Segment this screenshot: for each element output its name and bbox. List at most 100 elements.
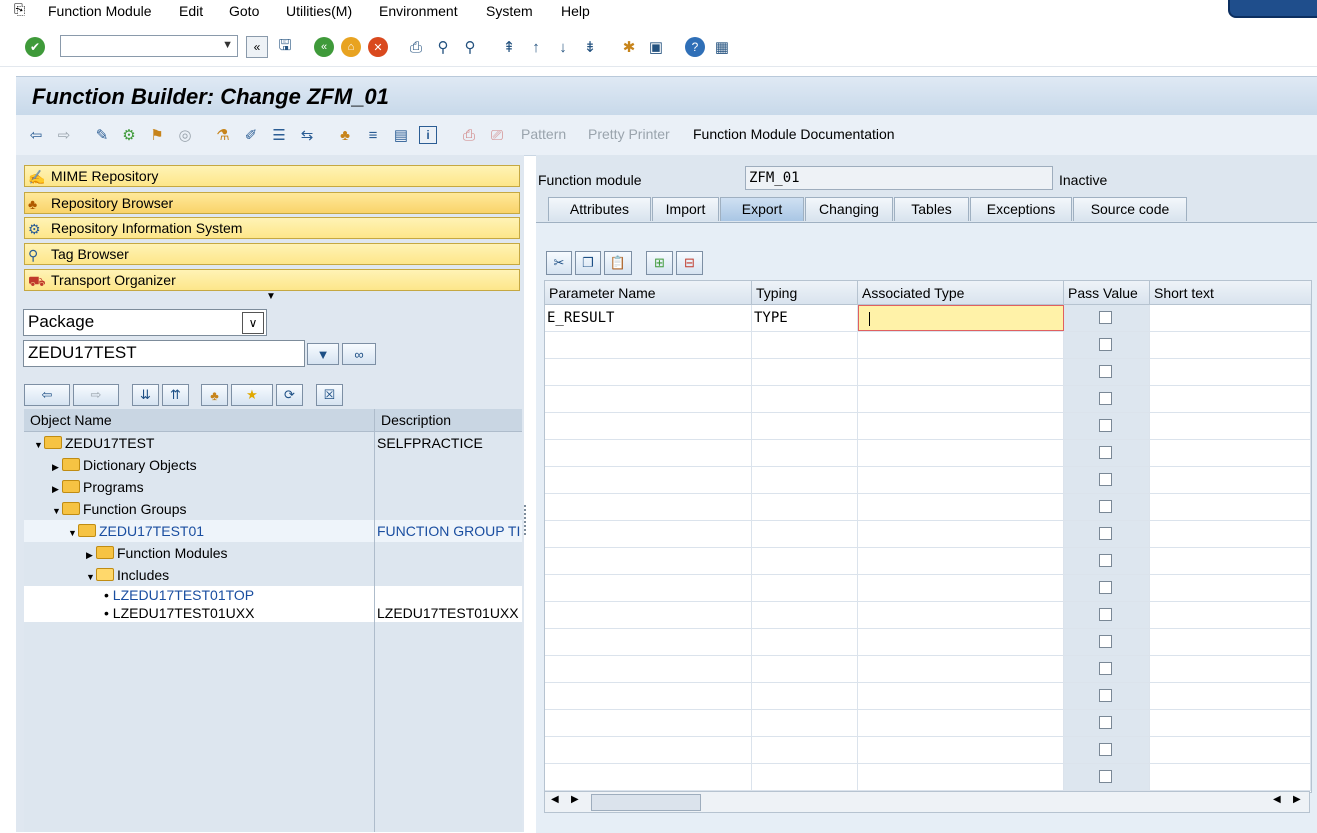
pass-value-checkbox[interactable]	[1099, 608, 1112, 621]
tree-forward-button[interactable]: ⇨	[73, 384, 119, 406]
typing-cell[interactable]	[752, 332, 858, 358]
typing-cell[interactable]	[752, 764, 858, 790]
pass-value-checkbox[interactable]	[1099, 743, 1112, 756]
table-row[interactable]	[545, 656, 1311, 683]
menu-goto[interactable]: Goto	[229, 3, 259, 19]
tree-node[interactable]: ▶ Programs	[24, 476, 522, 498]
tree-node[interactable]: ▶ Function Modules	[24, 542, 522, 564]
param-name-cell[interactable]	[545, 521, 752, 547]
associated-type-cell[interactable]: ❐	[858, 305, 1083, 331]
previous-page-icon[interactable]: ↑	[526, 37, 546, 57]
associated-type-cell[interactable]	[858, 359, 1064, 385]
tab-tables[interactable]: Tables	[894, 197, 969, 221]
repository-information-system-button[interactable]: ⚙ Repository Information System	[24, 217, 520, 239]
pass-value-checkbox[interactable]	[1099, 500, 1112, 513]
tree-node[interactable]: ▼ ZEDU17TEST SELFPRACTICE	[24, 432, 522, 454]
collapse-arrow-icon[interactable]: ▼	[34, 434, 44, 456]
chevron-down-icon[interactable]: ∨	[242, 312, 264, 334]
associated-type-cell[interactable]	[858, 737, 1064, 763]
collapse-all-button[interactable]: ⇈	[162, 384, 189, 406]
pretty-printer-button[interactable]: Pretty Printer	[588, 126, 670, 142]
test-icon[interactable]: ⚗	[213, 125, 233, 145]
short-text-cell[interactable]	[1150, 332, 1311, 358]
tab-export[interactable]: Export	[720, 197, 804, 221]
short-text-cell[interactable]	[1150, 359, 1311, 385]
short-text-cell[interactable]	[1150, 656, 1311, 682]
pass-value-cell[interactable]	[1064, 467, 1150, 493]
pattern-button[interactable]: Pattern	[521, 126, 566, 142]
favorites-button[interactable]: ★	[231, 384, 273, 406]
table-row[interactable]	[545, 440, 1311, 467]
back-icon[interactable]: «	[314, 37, 334, 57]
table-row[interactable]	[545, 332, 1311, 359]
tag-browser-button[interactable]: ⚲ Tag Browser	[24, 243, 520, 265]
table-row[interactable]	[545, 764, 1311, 791]
associated-type-cell[interactable]	[858, 575, 1064, 601]
table-row[interactable]	[545, 737, 1311, 764]
param-name-cell[interactable]	[545, 332, 752, 358]
new-session-icon[interactable]: ✱	[619, 37, 639, 57]
short-text-cell[interactable]	[1150, 413, 1311, 439]
navigation-icon[interactable]: ⇆	[297, 125, 317, 145]
pass-value-checkbox[interactable]	[1099, 689, 1112, 702]
typing-cell[interactable]	[752, 683, 858, 709]
structure-icon[interactable]: ≡	[363, 125, 383, 145]
typing-cell[interactable]	[752, 494, 858, 520]
param-name-cell[interactable]	[545, 494, 752, 520]
pass-value-checkbox[interactable]	[1099, 554, 1112, 567]
where-used-icon[interactable]: ✐	[241, 125, 261, 145]
typing-cell[interactable]	[752, 656, 858, 682]
pass-value-cell[interactable]	[1064, 332, 1150, 358]
short-text-cell[interactable]	[1150, 575, 1311, 601]
tab-source-code[interactable]: Source code	[1073, 197, 1187, 221]
paste-button[interactable]: 📋	[604, 251, 632, 275]
expand-arrow-icon[interactable]: ▶	[52, 456, 62, 478]
pass-value-cell[interactable]	[1064, 494, 1150, 520]
object-list-icon[interactable]: ☰	[269, 125, 289, 145]
short-text-cell[interactable]	[1150, 602, 1311, 628]
pass-value-cell[interactable]	[1064, 305, 1150, 331]
print-icon[interactable]: ⎙	[406, 37, 426, 57]
copy-button[interactable]: ❐	[575, 251, 601, 275]
scroll-left-icon[interactable]: ◀	[551, 794, 559, 805]
collapse-arrow-icon[interactable]: ▼	[86, 566, 96, 588]
first-page-icon[interactable]: ⇞	[499, 37, 519, 57]
refresh-button[interactable]: ⟳	[276, 384, 303, 406]
param-name-cell[interactable]	[545, 359, 752, 385]
splitter-handle[interactable]	[524, 505, 530, 535]
param-name-cell[interactable]	[545, 440, 752, 466]
cancel-icon[interactable]: ✕	[368, 37, 388, 57]
pretty-printer-icon[interactable]: ⎚	[487, 125, 507, 145]
typing-column-header[interactable]: Typing	[752, 281, 858, 305]
pass-value-checkbox[interactable]	[1099, 446, 1112, 459]
short-text-cell[interactable]	[1150, 764, 1311, 790]
hierarchy-button[interactable]: ♣	[201, 384, 228, 406]
scroll-thumb[interactable]	[591, 794, 701, 811]
table-row[interactable]	[545, 575, 1311, 602]
expand-arrow-icon[interactable]: ▶	[52, 478, 62, 500]
find-next-icon[interactable]: ⚲	[460, 37, 480, 57]
pass-value-cell[interactable]	[1064, 359, 1150, 385]
shortcut-icon[interactable]: ▣	[646, 37, 666, 57]
pass-value-cell[interactable]	[1064, 575, 1150, 601]
tree-node[interactable]: ▼ Function Groups	[24, 498, 522, 520]
pass-value-checkbox[interactable]	[1099, 365, 1112, 378]
associated-type-cell[interactable]	[858, 656, 1064, 682]
menu-utilities[interactable]: Utilities(M)	[286, 3, 352, 19]
table-row[interactable]	[545, 602, 1311, 629]
param-name-cell[interactable]	[545, 602, 752, 628]
scroll-left-icon[interactable]: ◀	[1273, 794, 1281, 805]
param-name-cell[interactable]	[545, 386, 752, 412]
typing-cell[interactable]	[752, 548, 858, 574]
short-text-cell[interactable]	[1150, 521, 1311, 547]
horizontal-scrollbar[interactable]: ◀ ▶ ◀ ▶	[544, 791, 1310, 813]
short-text-column-header[interactable]: Short text	[1150, 281, 1311, 305]
associated-type-cell[interactable]	[858, 710, 1064, 736]
pass-value-cell[interactable]	[1064, 548, 1150, 574]
associated-type-column-header[interactable]: Associated Type	[858, 281, 1064, 305]
description-column-header[interactable]: Description	[381, 412, 451, 428]
typing-cell[interactable]	[752, 737, 858, 763]
associated-type-cell[interactable]	[858, 440, 1064, 466]
save-icon[interactable]: 🖫	[275, 37, 295, 57]
table-row[interactable]	[545, 548, 1311, 575]
